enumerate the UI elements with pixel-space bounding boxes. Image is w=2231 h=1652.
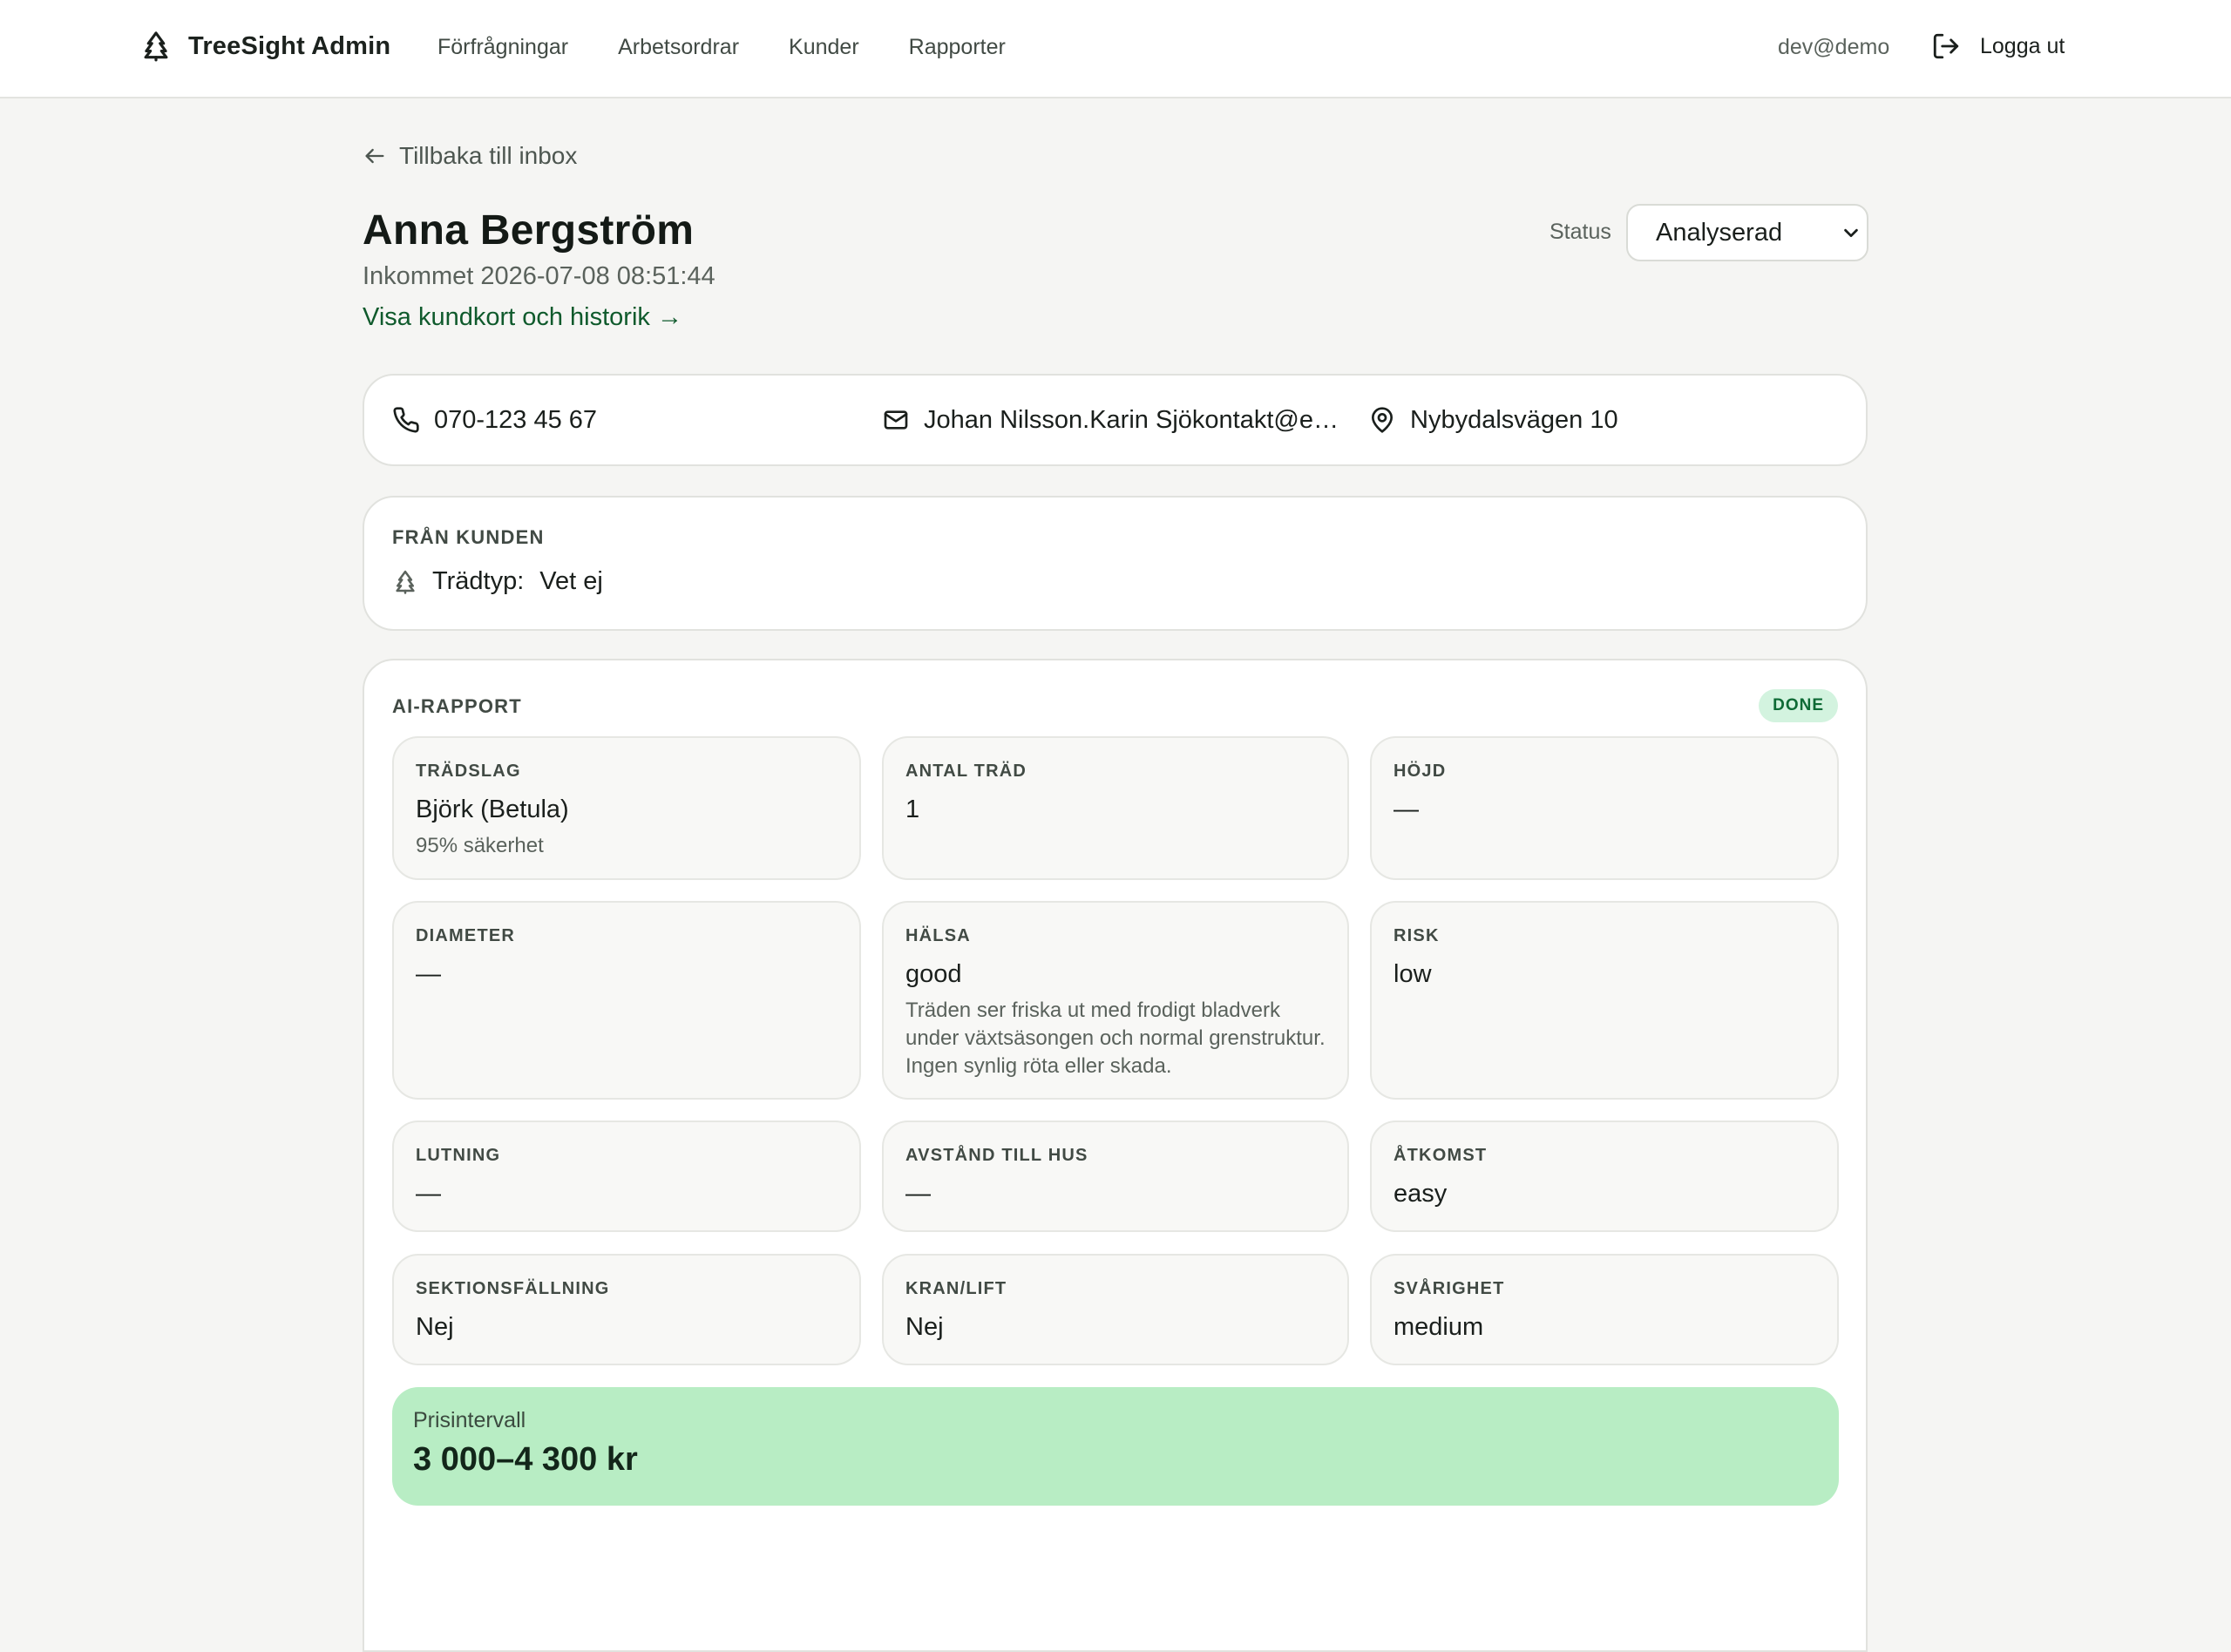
tile-value: 1 — [905, 796, 920, 823]
logout-icon — [1933, 33, 1959, 59]
ai-report-card: AI-RAPPORT DONE TRÄDSLAG Björk (Betula) … — [363, 659, 1868, 1652]
contact-address[interactable]: Nybydalsvägen 10 — [1368, 376, 1821, 464]
status-label: Status — [1549, 220, 1611, 244]
phone-value: 070-123 45 67 — [434, 405, 598, 434]
brand-name: TreeSight Admin — [188, 31, 391, 60]
tile-label: TRÄDSLAG — [416, 762, 521, 781]
tile-value: Björk (Betula) — [416, 796, 569, 823]
tile-value: good — [905, 960, 962, 988]
tile-sectional-felling: SEKTIONSFÄLLNING Nej — [392, 1254, 861, 1365]
tile-label: SEKTIONSFÄLLNING — [416, 1279, 610, 1298]
status-select[interactable]: Analyserad — [1626, 204, 1868, 261]
tile-label: KRAN/LIFT — [905, 1279, 1007, 1298]
nav-item-rapporter[interactable]: Rapporter — [909, 35, 1006, 60]
tile-distance-to-house: AVSTÅND TILL HUS — — [882, 1121, 1349, 1232]
tile-value: Nej — [905, 1313, 944, 1341]
tile-tree-count: ANTAL TRÄD 1 — [882, 736, 1349, 880]
email-value: Johan Nilsson.Karin Sjökontakt@ex... — [924, 405, 1342, 434]
address-value: Nybydalsvägen 10 — [1410, 405, 1618, 434]
main-nav: Förfrågningar Arbetsordrar Kunder Rappor… — [437, 35, 1006, 60]
tile-species: TRÄDSLAG Björk (Betula) 95% säkerhet — [392, 736, 861, 880]
tile-subtext: Träden ser friska ut med frodigt bladver… — [905, 999, 1326, 1078]
brand[interactable]: TreeSight Admin — [139, 30, 390, 63]
ai-report-heading: AI-RAPPORT — [392, 695, 522, 717]
tile-label: HÄLSA — [905, 926, 971, 945]
customer-card-link[interactable]: Visa kundkort och historik → — [363, 303, 682, 332]
status-badge: DONE — [1759, 689, 1838, 722]
arrow-left-icon — [365, 148, 384, 164]
contact-phone[interactable]: 070-123 45 67 — [392, 376, 845, 464]
tree-type-row: Trädtyp: Vet ej — [392, 567, 603, 596]
tree-icon — [396, 570, 415, 594]
tile-value: — — [1394, 796, 1419, 823]
top-navbar: TreeSight Admin Förfrågningar Arbetsordr… — [0, 0, 2231, 98]
nav-item-forfragningar[interactable]: Förfrågningar — [437, 35, 568, 60]
tile-value: easy — [1394, 1180, 1448, 1208]
tile-subtext: 95% säkerhet — [416, 834, 544, 857]
tile-label: SVÅRIGHET — [1394, 1279, 1505, 1298]
tile-label: LUTNING — [416, 1146, 501, 1165]
tile-label: RISK — [1394, 926, 1440, 945]
tile-risk: RISK low — [1370, 901, 1839, 1100]
nav-item-kunder[interactable]: Kunder — [789, 35, 859, 60]
contact-email[interactable]: Johan Nilsson.Karin Sjökontakt@ex... — [882, 376, 1342, 464]
tile-crane-lift: KRAN/LIFT Nej — [882, 1254, 1349, 1365]
tree-type-key: Trädtyp: — [432, 567, 525, 595]
from-customer-heading: FRÅN KUNDEN — [392, 526, 545, 548]
tile-height: HÖJD — — [1370, 736, 1839, 880]
contact-card: 070-123 45 67 Johan Nilsson.Karin Sjökon… — [363, 374, 1868, 466]
tile-value: medium — [1394, 1313, 1484, 1341]
nav-item-arbetsordrar[interactable]: Arbetsordrar — [618, 35, 739, 60]
back-label: Tillbaka till inbox — [399, 142, 578, 169]
tile-value: — — [905, 1180, 931, 1208]
tree-logo-icon — [144, 31, 168, 62]
tile-health: HÄLSA good Träden ser friska ut med frod… — [882, 901, 1349, 1100]
tile-label: AVSTÅND TILL HUS — [905, 1146, 1088, 1165]
tile-value: — — [416, 960, 441, 988]
tile-label: HÖJD — [1394, 762, 1447, 781]
back-to-inbox-link[interactable]: Tillbaka till inbox — [363, 142, 577, 170]
tile-access: ÅTKOMST easy — [1370, 1121, 1839, 1232]
tile-label: ÅTKOMST — [1394, 1146, 1488, 1165]
tile-value: low — [1394, 960, 1432, 988]
tile-value: — — [416, 1180, 441, 1208]
tile-label: DIAMETER — [416, 926, 516, 945]
logout-label: Logga ut — [1980, 33, 2065, 58]
price-range-value: 3 000–4 300 kr — [413, 1441, 638, 1478]
price-range-label: Prisintervall — [413, 1408, 526, 1432]
phone-icon — [393, 407, 419, 433]
tile-label: ANTAL TRÄD — [905, 762, 1027, 781]
tile-value: Nej — [416, 1313, 454, 1341]
user-email: dev@demo — [1778, 35, 1890, 59]
price-range-panel: Prisintervall 3 000–4 300 kr — [392, 1387, 1839, 1506]
tile-difficulty: SVÅRIGHET medium — [1370, 1254, 1839, 1365]
logout-button[interactable]: Logga ut — [1931, 31, 2065, 61]
mail-icon — [884, 410, 908, 430]
tree-type-value: Vet ej — [539, 567, 603, 595]
tile-diameter: DIAMETER — — [392, 901, 861, 1100]
tile-lean: LUTNING — — [392, 1121, 861, 1232]
map-pin-icon — [1372, 407, 1393, 433]
from-customer-card: FRÅN KUNDEN Trädtyp: Vet ej — [363, 496, 1868, 631]
received-timestamp: Inkommet 2026-07-08 08:51:44 — [363, 262, 715, 290]
page-title: Anna Bergström — [363, 207, 695, 254]
